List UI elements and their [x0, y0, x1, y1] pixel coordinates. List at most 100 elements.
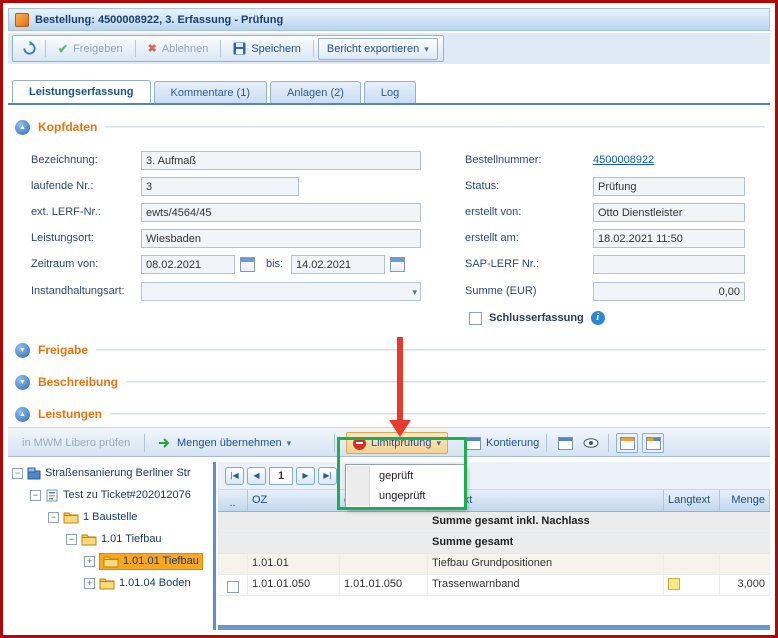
cell-select — [218, 554, 248, 574]
tab-anlagen[interactable]: Anlagen (2) — [270, 81, 361, 103]
preview-button[interactable] — [580, 433, 602, 453]
limitpruefung-button[interactable]: Limitprüfung — [346, 432, 448, 454]
tree-node-label: 1.01.01 Tiefbau — [123, 555, 199, 567]
ablehnen-button[interactable]: Ablehnen — [140, 38, 217, 60]
leistungsort-label: Leistungsort: — [31, 232, 94, 244]
table-copy-icon — [558, 437, 573, 450]
menu-item-ungeprueft[interactable]: ungeprüft — [347, 486, 463, 506]
instandhaltungsart-label: Instandhaltungsart: — [31, 285, 125, 297]
zeitraum-von-label: Zeitraum von: — [31, 258, 98, 270]
section-title-freigabe: Freigabe — [38, 343, 88, 357]
erstellt-am-input[interactable] — [593, 229, 745, 248]
tree-node-label: Straßensanierung Berliner Str — [45, 467, 191, 479]
kontierung-label: Kontierung — [486, 437, 539, 449]
kontierung-button[interactable]: Kontierung — [460, 432, 545, 454]
speichern-button[interactable]: Speichern — [225, 38, 309, 60]
zeitraum-bis-input[interactable] — [291, 255, 385, 274]
collapse-node-icon[interactable] — [12, 468, 23, 479]
bezeichnung-input[interactable] — [141, 151, 421, 170]
freigeben-button[interactable]: Freigeben — [50, 38, 131, 60]
table-row[interactable]: 1.01.01.050 1.01.01.050 Trassenwarnband … — [218, 575, 770, 596]
mwm-libero-button[interactable]: in MWM Libero prüfen — [16, 432, 136, 454]
zeitraum-von-input[interactable] — [141, 255, 235, 274]
calendar-icon[interactable] — [390, 257, 405, 272]
bericht-exportieren-label: Bericht exportieren — [327, 43, 419, 55]
tree-node-ticket[interactable]: Test zu Ticket#202012076 — [8, 484, 214, 506]
next-page-button[interactable] — [296, 467, 315, 485]
status-label: Status: — [465, 180, 499, 192]
table-row[interactable]: 1.01.01 Tiefbau Grundpositionen — [218, 554, 770, 575]
header-select[interactable]: .. — [218, 490, 248, 511]
collapse-section-icon[interactable] — [15, 120, 30, 135]
header-menge[interactable]: Menge — [720, 490, 770, 511]
refresh-button[interactable] — [18, 38, 41, 60]
ledger-icon — [466, 437, 481, 450]
schlusserfassung-checkbox[interactable] — [469, 312, 482, 325]
ext-lerf-input[interactable] — [141, 203, 421, 222]
cell-oz: 1.01.01 — [248, 554, 340, 574]
bezeichnung-label: Bezeichnung: — [31, 154, 98, 166]
mengen-uebernehmen-label: Mengen übernehmen — [177, 437, 282, 449]
cell-ext — [340, 533, 428, 553]
header-oz[interactable]: OZ — [248, 490, 340, 511]
tree-node-label: Test zu Ticket#202012076 — [63, 489, 191, 501]
structure-tree: Straßensanierung Berliner Str Test zu Ti… — [8, 462, 214, 630]
status-input[interactable] — [593, 177, 745, 196]
tree-node-baustelle[interactable]: 1 Baustelle — [8, 506, 214, 528]
collapse-node-icon[interactable] — [48, 512, 59, 523]
section-freigabe: Freigabe — [15, 342, 765, 358]
tree-node-boden[interactable]: 1.01.04 Boden — [8, 572, 214, 594]
table-row[interactable]: Summe gesamt — [218, 533, 770, 554]
grid-view-button[interactable] — [616, 433, 638, 453]
cell-select — [218, 512, 248, 532]
bericht-exportieren-button[interactable]: Bericht exportieren — [318, 38, 438, 60]
tree-node-tiefbau-selected[interactable]: 1.01.01 Tiefbau — [8, 550, 214, 572]
last-page-button[interactable] — [318, 467, 337, 485]
tab-log[interactable]: Log — [364, 81, 416, 103]
table-empty-area — [218, 596, 770, 625]
table-row[interactable]: Summe gesamt inkl. Nachlass — [218, 512, 770, 533]
cell-kurztext: Summe gesamt — [428, 533, 664, 553]
collapse-node-icon[interactable] — [66, 534, 77, 545]
langtext-note-icon[interactable] — [668, 578, 680, 590]
tab-leistungserfassung[interactable]: Leistungserfassung — [12, 80, 151, 103]
laufende-nr-input[interactable] — [141, 177, 299, 196]
sap-lerf-input[interactable] — [593, 255, 745, 274]
instandhaltungsart-select[interactable] — [141, 282, 421, 301]
expand-node-icon[interactable] — [84, 578, 95, 589]
header-langtext[interactable]: Langtext — [664, 490, 720, 511]
mengen-uebernehmen-button[interactable]: Mengen übernehmen — [152, 432, 297, 454]
expand-node-icon[interactable] — [84, 556, 95, 567]
current-page-indicator[interactable]: 1 — [269, 467, 293, 485]
tree-node-tiefbau[interactable]: 1.01 Tiefbau — [8, 528, 214, 550]
info-icon[interactable]: i — [591, 311, 605, 325]
erstellt-von-input[interactable] — [593, 203, 745, 222]
cell-kurztext: Summe gesamt inkl. Nachlass — [428, 512, 664, 532]
collapse-node-icon[interactable] — [30, 490, 41, 501]
tab-kommentare[interactable]: Kommentare (1) — [154, 81, 267, 103]
menu-item-geprueft[interactable]: geprüft — [347, 466, 463, 486]
window-title: Bestellung: 4500008922, 3. Erfassung - P… — [35, 14, 283, 26]
document-icon — [45, 489, 59, 502]
row-checkbox[interactable] — [227, 581, 239, 593]
ablehnen-label: Ablehnen — [162, 43, 209, 55]
panel-splitter[interactable] — [213, 462, 216, 630]
summe-input[interactable] — [593, 282, 745, 301]
expand-section-icon[interactable] — [15, 375, 30, 390]
calendar-icon[interactable] — [240, 257, 255, 272]
split-view-button[interactable] — [642, 433, 664, 453]
leistungsort-input[interactable] — [141, 229, 421, 248]
positions-table-panel: 1 .. OZ ext. Leistungsnr. Kurztext Langt… — [218, 462, 770, 630]
section-divider — [110, 413, 765, 415]
collapse-section-icon[interactable] — [15, 407, 30, 422]
freigeben-label: Freigeben — [73, 43, 123, 55]
toolbar-separator — [546, 434, 547, 452]
bestellnummer-link[interactable]: 4500008922 — [593, 154, 654, 166]
cell-kurztext: Tiefbau Grundpositionen — [428, 554, 664, 574]
copy-table-button[interactable] — [554, 433, 576, 453]
table-header-row: .. OZ ext. Leistungsnr. Kurztext Langtex… — [218, 490, 770, 512]
first-page-button[interactable] — [225, 467, 244, 485]
expand-section-icon[interactable] — [15, 343, 30, 358]
tree-node-root[interactable]: Straßensanierung Berliner Str — [8, 462, 214, 484]
prev-page-button[interactable] — [247, 467, 266, 485]
